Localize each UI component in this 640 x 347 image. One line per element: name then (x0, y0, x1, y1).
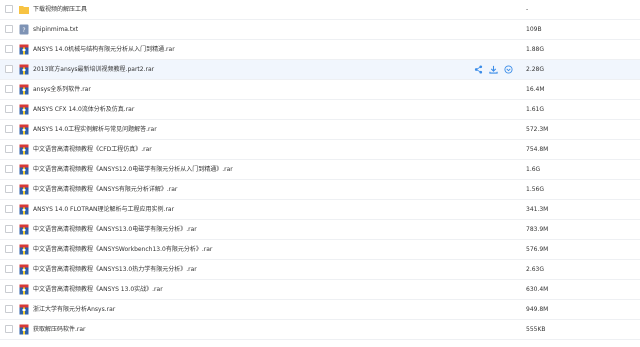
file-row[interactable]: 中文语音高清视频教程《ANSYS13.0电磁学有限元分析》.rar 783.9M (0, 220, 640, 240)
row-checkbox[interactable] (5, 165, 13, 173)
rar-file-icon (19, 264, 29, 275)
row-checkbox[interactable] (5, 225, 13, 233)
file-name-link[interactable]: 中文语音高清视频教程《CFD工程仿真》.rar (33, 140, 152, 160)
file-list: 下载视频的解压工具 -? shipinmima.txt 109B ANSYS 14.0机… (0, 0, 640, 340)
row-checkbox[interactable] (5, 245, 13, 253)
file-size: 572.3M (526, 126, 549, 133)
file-name-link[interactable]: ansys全系列软件.rar (33, 80, 91, 100)
row-checkbox[interactable] (5, 25, 13, 33)
file-row[interactable]: 中文语音高清视频教程《CFD工程仿真》.rar 754.8M (0, 140, 640, 160)
rar-file-icon (19, 304, 29, 315)
rar-file-icon (19, 104, 29, 115)
rar-file-icon (19, 324, 29, 335)
row-checkbox[interactable] (5, 85, 13, 93)
file-name-link[interactable]: 中文语音高清视频教程《ANSYS13.0热力学有限元分析》.rar (33, 260, 197, 280)
file-row[interactable]: 中文语音高清视频教程《ANSYS12.0电磁学有限元分析从入门到精通》.rar 1… (0, 160, 640, 180)
row-checkbox[interactable] (5, 5, 13, 13)
file-size: 341.3M (526, 206, 549, 213)
file-row[interactable]: 中文语音高清视频教程《ANSYSWorkbench13.0有限元分析》.rar 5… (0, 240, 640, 260)
file-row[interactable]: ANSYS CFX 14.0流体分析及仿真.rar 1.61G (0, 100, 640, 120)
file-name-link[interactable]: shipinmima.txt (33, 20, 78, 40)
file-name-link[interactable]: 下载视频的解压工具 (33, 0, 87, 20)
txt-file-icon: ? (19, 24, 29, 35)
rar-file-icon (19, 244, 29, 255)
download-icon[interactable] (489, 65, 498, 75)
file-row[interactable]: ANSYS 14.0工程实例解析与常见问题解答.rar 572.3M (0, 120, 640, 140)
file-size: 2.28G (526, 66, 545, 73)
rar-file-icon (19, 184, 29, 195)
file-size: 1.56G (526, 186, 545, 193)
row-checkbox[interactable] (5, 305, 13, 313)
file-name-link[interactable]: 中文语音高清视频教程《ANSYS12.0电磁学有限元分析从入门到精通》.rar (33, 160, 233, 180)
file-name-link[interactable]: 中文语音高清视频教程《ANSYS有限元分析详解》.rar (33, 180, 177, 200)
row-checkbox[interactable] (5, 125, 13, 133)
rar-file-icon (19, 204, 29, 215)
file-size: 783.9M (526, 226, 549, 233)
file-name-link[interactable]: 浙江大学有限元分析Ansys.rar (33, 300, 115, 320)
row-checkbox[interactable] (5, 145, 13, 153)
rar-file-icon (19, 144, 29, 155)
row-checkbox[interactable] (5, 325, 13, 333)
file-size: 949.8M (526, 306, 549, 313)
row-checkbox[interactable] (5, 285, 13, 293)
row-checkbox[interactable] (5, 105, 13, 113)
row-checkbox[interactable] (5, 205, 13, 213)
rar-file-icon (19, 164, 29, 175)
file-size: 109B (526, 26, 542, 33)
svg-text:?: ? (22, 27, 25, 34)
row-checkbox[interactable] (5, 185, 13, 193)
row-actions (474, 65, 513, 75)
folder-icon (19, 4, 29, 15)
file-name-link[interactable]: ANSYS CFX 14.0流体分析及仿真.rar (33, 100, 134, 120)
file-size: 2.63G (526, 266, 545, 273)
file-name-link[interactable]: 中文语音高清视频教程《ANSYS 13.0实战》.rar (33, 280, 163, 300)
file-name-link[interactable]: 中文语音高清视频教程《ANSYSWorkbench13.0有限元分析》.rar (33, 240, 212, 260)
rar-file-icon (19, 224, 29, 235)
file-size: 555KB (526, 326, 546, 333)
file-row[interactable]: 下载视频的解压工具 - (0, 0, 640, 20)
file-size: 1.61G (526, 106, 545, 113)
file-row[interactable]: ANSYS 14.0机械与结构有限元分析从入门到精通.rar 1.88G (0, 40, 640, 60)
rar-file-icon (19, 284, 29, 295)
file-size: 1.88G (526, 46, 545, 53)
file-row[interactable]: 中文语音高清视频教程《ANSYS有限元分析详解》.rar 1.56G (0, 180, 640, 200)
rar-file-icon (19, 84, 29, 95)
file-name-link[interactable]: ANSYS 14.0 FLOTRAN理论解析与工程应用实例.rar (33, 200, 174, 220)
more-icon[interactable] (504, 65, 513, 75)
row-checkbox[interactable] (5, 45, 13, 53)
row-checkbox[interactable] (5, 65, 13, 73)
file-size: 16.4M (526, 86, 545, 93)
file-name-link[interactable]: ANSYS 14.0机械与结构有限元分析从入门到精通.rar (33, 40, 175, 60)
file-row[interactable]: 获取解压码软件.rar 555KB (0, 320, 640, 340)
file-row[interactable]: ANSYS 14.0 FLOTRAN理论解析与工程应用实例.rar 341.3M (0, 200, 640, 220)
file-row[interactable]: ansys全系列软件.rar 16.4M (0, 80, 640, 100)
rar-file-icon (19, 124, 29, 135)
file-size: 630.4M (526, 286, 549, 293)
file-name-link[interactable]: 中文语音高清视频教程《ANSYS13.0电磁学有限元分析》.rar (33, 220, 197, 240)
file-name-link[interactable]: 2013官方ansys最新培训视频教程.part2.rar (33, 60, 154, 80)
row-checkbox[interactable] (5, 265, 13, 273)
file-name-link[interactable]: ANSYS 14.0工程实例解析与常见问题解答.rar (33, 120, 157, 140)
file-size: 1.6G (526, 166, 541, 173)
file-name-link[interactable]: 获取解压码软件.rar (33, 320, 86, 340)
file-row[interactable]: 中文语音高清视频教程《ANSYS 13.0实战》.rar 630.4M (0, 280, 640, 300)
share-icon[interactable] (474, 65, 483, 75)
file-size: - (526, 6, 529, 13)
file-size: 576.9M (526, 246, 549, 253)
file-row[interactable]: 2013官方ansys最新培训视频教程.part2.rar 2.28G (0, 60, 640, 80)
file-row[interactable]: 浙江大学有限元分析Ansys.rar 949.8M (0, 300, 640, 320)
rar-file-icon (19, 64, 29, 75)
file-size: 754.8M (526, 146, 549, 153)
file-row[interactable]: ? shipinmima.txt 109B (0, 20, 640, 40)
file-row[interactable]: 中文语音高清视频教程《ANSYS13.0热力学有限元分析》.rar 2.63G (0, 260, 640, 280)
rar-file-icon (19, 44, 29, 55)
